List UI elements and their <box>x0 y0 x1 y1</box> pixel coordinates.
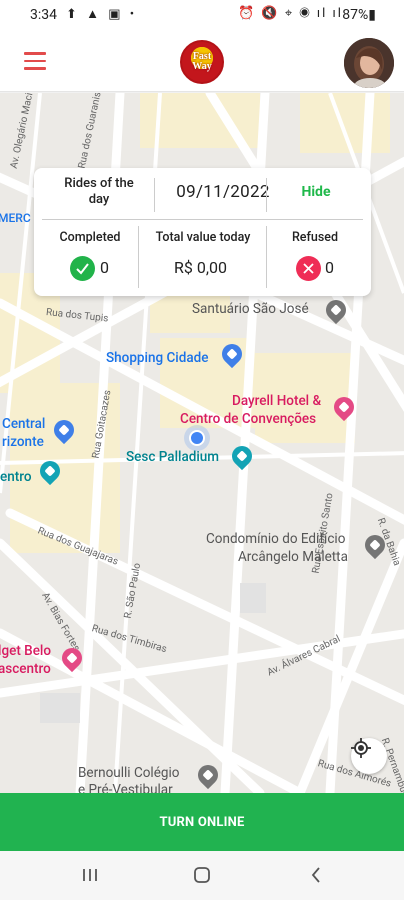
cross-icon <box>296 256 321 281</box>
app-bar: Fast Way <box>0 32 404 92</box>
recents-icon[interactable] <box>70 863 110 887</box>
fastway-logo: Fast Way <box>180 40 224 84</box>
battery-indicator: 87%▮ <box>342 7 376 23</box>
map-place-bernoulli: Bernoulli Colégio <box>78 765 180 781</box>
refused-label: Refused <box>291 230 339 245</box>
status-time: 3:34 <box>30 7 57 23</box>
completed-label: Completed <box>59 230 121 245</box>
map-place-bernoulli-line2: e Pré-Vestibular <box>78 782 173 793</box>
home-icon[interactable] <box>182 863 222 887</box>
system-icons: ⏰ 🔇 ⌖ ◉ ıl ıl <box>238 6 343 21</box>
map-place-dayrell-line2: Centro de Convenções <box>180 411 317 427</box>
divider <box>42 219 363 220</box>
rides-date: 09/11/2022 <box>176 182 270 202</box>
divider <box>138 226 139 288</box>
map-place-budget: lget Belo <box>0 643 52 659</box>
hide-button[interactable]: Hide <box>281 184 351 200</box>
map-place-central-line2: rizonte <box>2 434 44 450</box>
map-place-centro: entro <box>0 469 32 485</box>
total-value: R$ 0,00 <box>174 258 227 277</box>
divider <box>266 226 267 288</box>
daily-rides-card: Rides of the day 09/11/2022 Hide Complet… <box>34 168 371 296</box>
map-place-shopping: Shopping Cidade <box>106 350 209 366</box>
map-place-santuario: Santuário São José <box>192 301 309 317</box>
status-bar: 3:34 ⬆ ▲ ▣ • ⏰ 🔇 ⌖ ◉ ıl ıl 87%▮ <box>0 0 404 32</box>
my-location-button[interactable] <box>351 738 387 774</box>
total-value-label: Total value today <box>155 230 251 245</box>
refused-count: 0 <box>325 258 334 277</box>
notification-icons: ⬆ ▲ ▣ • <box>66 7 138 22</box>
map-place-central: Central <box>2 416 46 432</box>
check-icon <box>70 256 95 281</box>
crosshair-icon <box>351 738 371 758</box>
divider <box>266 178 267 212</box>
rides-of-day-label: Rides of the day <box>64 176 134 207</box>
system-nav-bar <box>0 851 404 900</box>
completed-count: 0 <box>100 258 109 277</box>
map-place-sesc: Sesc Palladium <box>126 449 220 465</box>
map-place-budget-line2: ascentro <box>0 661 51 677</box>
current-location-dot <box>189 430 205 446</box>
map-place-condominio-line2: Arcângelo Maletta <box>238 549 348 565</box>
map-place-condominio: Condomínio do Edifício <box>206 531 346 547</box>
logo-text: Fast Way <box>192 51 212 72</box>
hamburger-menu-icon[interactable] <box>24 52 48 70</box>
map-place-merc: MERC <box>0 211 31 225</box>
user-avatar[interactable] <box>344 38 394 88</box>
map-place-dayrell: Dayrell Hotel & <box>232 393 322 409</box>
back-icon[interactable] <box>296 863 336 887</box>
turn-online-button[interactable]: TURN ONLINE <box>0 793 404 851</box>
